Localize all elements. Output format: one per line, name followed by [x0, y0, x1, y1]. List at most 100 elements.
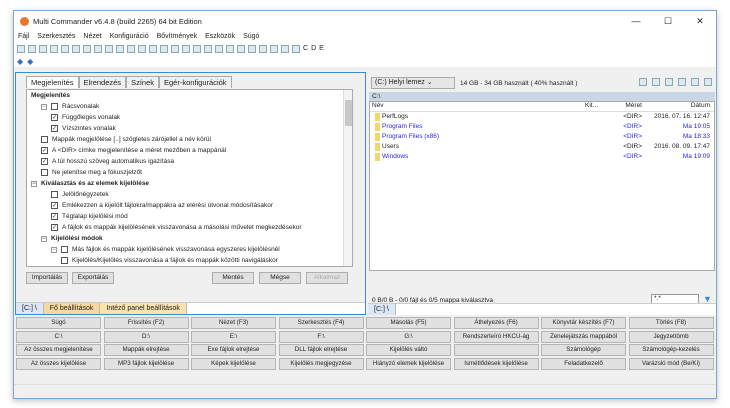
toolbar-button-icon[interactable]: [94, 44, 102, 53]
function-button[interactable]: Jegyzettömb: [628, 330, 714, 343]
menu-item[interactable]: Bővítmények: [157, 33, 197, 40]
export-button[interactable]: Exportálás: [72, 272, 114, 284]
function-button[interactable]: Számológép: [541, 344, 626, 356]
checkbox-unchecked[interactable]: [51, 191, 58, 198]
setting-option[interactable]: − Rácsvonalak: [27, 101, 352, 112]
toolbar-button-icon[interactable]: [116, 44, 124, 53]
setting-option[interactable]: Ne jelenítse meg a fókuszjelzőt: [27, 167, 352, 178]
checkbox-checked[interactable]: ✓: [51, 202, 58, 209]
toolbar-button-icon[interactable]: [270, 44, 278, 53]
file-row[interactable]: Users <DIR> 2016. 08. 09. 17:47: [370, 142, 714, 152]
checkbox-unchecked[interactable]: [41, 169, 48, 176]
maximize-button[interactable]: ☐: [652, 16, 684, 27]
toolbar-button-icon[interactable]: [193, 44, 201, 53]
function-button[interactable]: Zenelejátszás mappából: [541, 330, 626, 343]
checkbox-checked[interactable]: ✓: [51, 224, 58, 231]
file-row[interactable]: Program Files (x86) <DIR> Ma 18:33: [370, 132, 714, 142]
toolbar-button-icon[interactable]: [72, 44, 80, 53]
drive-selector[interactable]: (C:) Helyi lemez ⌄: [371, 77, 455, 89]
function-button[interactable]: Varázsló mód (Be/Ki): [628, 357, 714, 370]
toolbar-button-icon[interactable]: [226, 44, 234, 53]
collapse-icon[interactable]: −: [41, 103, 47, 110]
toolbar-button-icon[interactable]: [39, 44, 47, 53]
setting-option[interactable]: Kijelölés/Kijelölés visszavonása a fájlo…: [27, 255, 352, 266]
function-button[interactable]: Az összes megjelenítése: [16, 344, 101, 356]
panel-tab-c-right[interactable]: [C:] \: [368, 304, 396, 315]
menu-item[interactable]: Fájl: [18, 33, 29, 40]
column-name[interactable]: Név: [372, 102, 384, 109]
panel-tab-c[interactable]: [C:] \: [16, 303, 44, 314]
settings-tab[interactable]: Megjelenítés: [26, 76, 79, 88]
function-button[interactable]: Exe fájlok elrejtése: [191, 344, 276, 356]
function-button[interactable]: [453, 344, 539, 356]
setting-option[interactable]: ✓ A túl hosszú szöveg automatikus igazítá…: [27, 156, 352, 167]
setting-option[interactable]: ✓ Függőleges vonalak: [27, 112, 352, 123]
function-button[interactable]: Ismétlődések kijelölése: [453, 357, 539, 370]
checkbox-unchecked[interactable]: [61, 246, 68, 253]
pin-icon[interactable]: [691, 78, 699, 86]
toolbar-button-icon[interactable]: [182, 44, 190, 53]
sync-icon[interactable]: [678, 78, 686, 86]
toolbar-button-icon[interactable]: [171, 44, 179, 53]
toolbar-button-icon[interactable]: [61, 44, 69, 53]
column-ext[interactable]: Kit...: [585, 102, 598, 109]
toolbar-button-icon[interactable]: [138, 44, 146, 53]
function-button[interactable]: Nézet (F3): [191, 317, 276, 329]
toolbar-button-icon[interactable]: [105, 44, 113, 53]
function-button[interactable]: Frissítés (F2): [103, 317, 189, 329]
layout-icon[interactable]: [704, 78, 712, 86]
function-button[interactable]: Az összes kijelölése: [16, 357, 101, 370]
settings-tab[interactable]: Elrendezés: [78, 76, 127, 88]
toolbar-button-icon[interactable]: [50, 44, 58, 53]
function-button[interactable]: C:\: [16, 330, 101, 343]
checkbox-checked[interactable]: ✓: [51, 114, 58, 121]
settings-tab[interactable]: Színek: [126, 76, 159, 88]
file-row[interactable]: Windows <DIR> Ma 19:09: [370, 152, 714, 162]
function-button[interactable]: Szerkesztés (F4): [278, 317, 364, 329]
setting-option[interactable]: ✓ A <DIR> címke megjelenítése a méret mez…: [27, 145, 352, 156]
function-button[interactable]: Másolás (F5): [366, 317, 451, 329]
file-row[interactable]: PerfLogs <DIR> 2016. 07. 16. 12:47: [370, 112, 714, 122]
column-size[interactable]: Méret: [625, 102, 642, 109]
checkbox-unchecked[interactable]: [41, 136, 48, 143]
back-icon[interactable]: ◆: [17, 57, 23, 66]
function-button[interactable]: Mappák elrejtése: [103, 344, 189, 356]
function-button[interactable]: Áthelyezés (F6): [453, 317, 539, 329]
toolbar-button-icon[interactable]: [149, 44, 157, 53]
settings-tab[interactable]: Egér-konfigurációk: [159, 76, 232, 88]
function-button[interactable]: Törlés (F8): [628, 317, 714, 329]
toolbar-button-icon[interactable]: [248, 44, 256, 53]
toolbar-button-icon[interactable]: [281, 44, 289, 53]
toolbar-button-icon[interactable]: [17, 44, 25, 53]
function-button[interactable]: Számológép-kezelés: [628, 344, 714, 356]
function-button[interactable]: DLL fájlok elrejtése: [278, 344, 364, 356]
collapse-icon[interactable]: −: [31, 180, 37, 187]
toolbar-button-icon[interactable]: [83, 44, 91, 53]
menu-item[interactable]: Konfiguráció: [110, 33, 149, 40]
setting-option[interactable]: ✓ Vízszintes vonalak: [27, 123, 352, 134]
checkbox-checked[interactable]: ✓: [51, 213, 58, 220]
toolbar-button-icon[interactable]: [237, 44, 245, 53]
function-button[interactable]: Képek kijelölése: [191, 357, 276, 370]
function-button[interactable]: F:\: [278, 330, 364, 343]
collapse-icon[interactable]: −: [51, 246, 57, 253]
cancel-button[interactable]: Mégse: [259, 272, 301, 284]
file-row[interactable]: Program Files <DIR> Ma 19:05: [370, 122, 714, 132]
close-button[interactable]: ✕: [684, 16, 716, 27]
column-date[interactable]: Dátum: [691, 102, 710, 109]
folder-compare-icon[interactable]: [639, 78, 647, 86]
path-bar[interactable]: C:\: [369, 92, 715, 101]
menu-item[interactable]: Nézet: [83, 33, 101, 40]
checkbox-checked[interactable]: ✓: [51, 125, 58, 132]
drive-button[interactable]: E: [319, 45, 324, 52]
checkbox-checked[interactable]: ✓: [41, 147, 48, 154]
checkbox-unchecked[interactable]: [61, 257, 68, 264]
setting-option[interactable]: ✓ Téglalap kijelölési mód: [27, 211, 352, 222]
apply-button[interactable]: Alkalmaz: [306, 272, 348, 284]
function-button[interactable]: Rendszerleíró HKCU-ág: [453, 330, 539, 343]
import-button[interactable]: Importálás: [26, 272, 68, 284]
setting-option[interactable]: − Más fájlok és mappák kijelölésének viss…: [27, 244, 352, 255]
drive-button[interactable]: C: [303, 45, 308, 52]
toolbar-button-icon[interactable]: [28, 44, 36, 53]
panel-tab-explorer-settings[interactable]: Intéző panel beállítások: [100, 303, 187, 314]
